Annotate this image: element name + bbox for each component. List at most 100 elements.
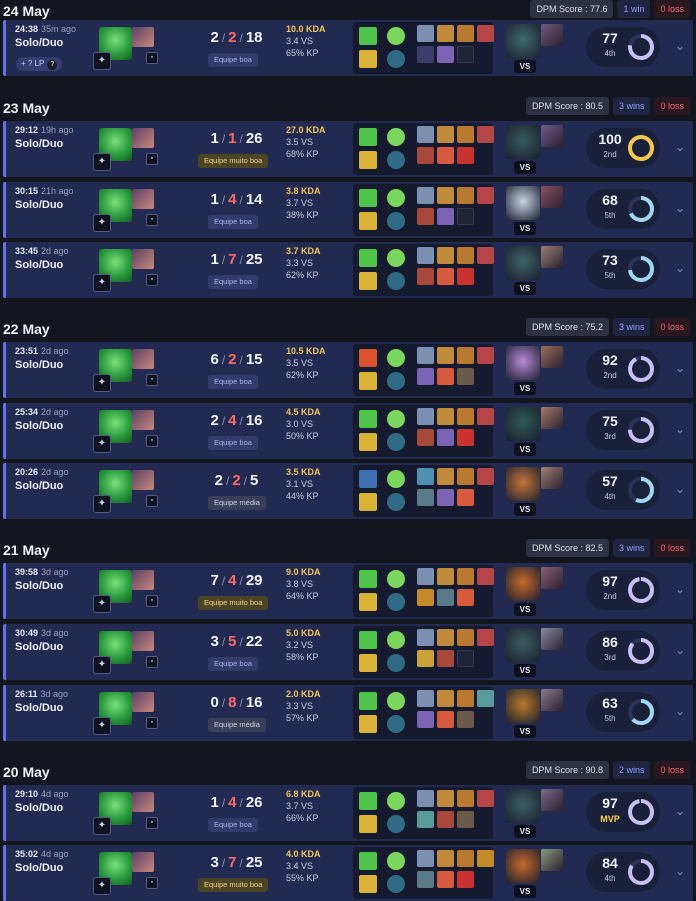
lp-change-badge[interactable]: + ? LP? bbox=[16, 57, 63, 71]
duo-partner-portrait bbox=[132, 189, 154, 209]
kda-separator: / bbox=[239, 635, 243, 649]
vision-score: 3.3 VS bbox=[286, 701, 314, 711]
expand-chevron-icon[interactable]: ⌄ bbox=[672, 260, 688, 276]
build-panel bbox=[353, 847, 494, 899]
day-stats: DPM Score : 90.8 2 wins 0 loss bbox=[525, 761, 690, 779]
score-value: 92 bbox=[602, 352, 618, 368]
kda-separator: / bbox=[239, 696, 243, 710]
match-row[interactable]: 30:15 21h ago Solo/Duo ✦ ▪ 1/4/14 Equipe boa 3.… bbox=[3, 182, 693, 238]
assists-value: 26 bbox=[245, 130, 263, 147]
expand-chevron-icon[interactable]: ⌄ bbox=[672, 200, 688, 216]
kda-separator: / bbox=[239, 31, 243, 45]
expand-chevron-icon[interactable]: ⌄ bbox=[672, 481, 688, 497]
match-row[interactable]: 35:02 4d ago Solo/Duo ✦ ▪ 3/7/25 Equipe muito … bbox=[3, 845, 693, 901]
vs-label: VS bbox=[514, 443, 536, 456]
rune-icon bbox=[387, 410, 405, 428]
team-rating-badge: Equipe muito boa bbox=[198, 878, 269, 892]
opponent-duo-portrait bbox=[541, 789, 563, 811]
duo-icon: ▪ bbox=[146, 374, 158, 386]
kda-score: 1/1/26 bbox=[189, 130, 284, 147]
kda-score: 3/7/25 bbox=[189, 854, 284, 871]
match-row[interactable]: 23:51 2d ago Solo/Duo ✦ ▪ 6/2/15 Equipe boa 10.… bbox=[3, 342, 693, 398]
item-icon bbox=[417, 489, 434, 506]
expand-chevron-icon[interactable]: ⌄ bbox=[672, 703, 688, 719]
day-stats: DPM Score : 80.5 3 wins 0 loss bbox=[525, 97, 690, 115]
help-icon[interactable]: ? bbox=[47, 60, 58, 70]
item-icon bbox=[457, 147, 474, 164]
duo-partner-portrait bbox=[132, 410, 154, 430]
match-row[interactable]: 30:49 3d ago Solo/Duo ✦ ▪ 3/5/22 Equipe boa 5.0… bbox=[3, 624, 693, 680]
expand-chevron-icon[interactable]: ⌄ bbox=[672, 863, 688, 879]
expand-chevron-icon[interactable]: ⌄ bbox=[672, 139, 688, 155]
match-row[interactable]: 26:11 3d ago Solo/Duo ✦ ▪ 0/8/16 Equipe média 2… bbox=[3, 685, 693, 741]
summoner-spell-icon bbox=[359, 875, 377, 893]
rune-icon bbox=[387, 249, 405, 267]
score-ring-fill bbox=[628, 799, 654, 825]
kda-ratio: 10.5 KDA bbox=[286, 346, 326, 356]
summoner-spell-icon bbox=[359, 852, 377, 870]
role-icon: ✦ bbox=[93, 435, 111, 453]
expand-chevron-icon[interactable]: ⌄ bbox=[672, 421, 688, 437]
match-duration-value: 39:58 bbox=[15, 567, 39, 577]
duo-partner-portrait bbox=[132, 128, 154, 148]
score-ring-icon bbox=[628, 135, 654, 161]
kda-separator: / bbox=[221, 635, 226, 649]
expand-chevron-icon[interactable]: ⌄ bbox=[672, 803, 688, 819]
duo-partner-portrait bbox=[132, 631, 154, 651]
item-icon bbox=[437, 147, 454, 164]
vision-score: 3.7 VS bbox=[286, 801, 314, 811]
match-row[interactable]: 25:34 2d ago Solo/Duo ✦ ▪ 2/4/16 Equipe boa 4.5… bbox=[3, 403, 693, 459]
deaths-value: 4 bbox=[228, 794, 237, 811]
match-row[interactable]: 24:38 35m ago Solo/Duo + ? LP? ✦ ▪ 2/2/18 Equip… bbox=[3, 20, 693, 76]
score-rank: 2nd bbox=[603, 592, 617, 601]
item-icon bbox=[417, 690, 434, 707]
opponent-duo-portrait bbox=[541, 186, 563, 208]
match-duration: 23:51 2d ago bbox=[15, 346, 69, 356]
opponent-champion-portrait bbox=[506, 24, 540, 58]
rune-icon bbox=[387, 875, 405, 893]
expand-chevron-icon[interactable]: ⌄ bbox=[672, 581, 688, 597]
item-icon bbox=[457, 711, 474, 728]
opponent-duo-portrait bbox=[541, 24, 563, 46]
build-panel bbox=[353, 244, 494, 296]
match-duration-value: 23:51 bbox=[15, 346, 39, 356]
item-icon bbox=[417, 408, 434, 425]
match-row[interactable]: 33:45 2d ago Solo/Duo ✦ ▪ 1/7/25 Equipe boa 3.7… bbox=[3, 242, 693, 298]
kda-ratio: 6.8 KDA bbox=[286, 789, 321, 799]
match-row[interactable]: 20:26 2d ago Solo/Duo ✦ ▪ 2/2/5 Equipe média 3.… bbox=[3, 463, 693, 519]
score-value: 68 bbox=[602, 192, 618, 208]
expand-chevron-icon[interactable]: ⌄ bbox=[672, 38, 688, 54]
match-row[interactable]: 29:10 4d ago Solo/Duo ✦ ▪ 1/4/26 Equipe boa 6.8… bbox=[3, 785, 693, 841]
expand-chevron-icon[interactable]: ⌄ bbox=[672, 360, 688, 376]
match-duration-value: 26:11 bbox=[15, 689, 38, 699]
item-icon bbox=[457, 187, 474, 204]
match-row[interactable]: 39:58 3d ago Solo/Duo ✦ ▪ 7/4/29 Equipe muito … bbox=[3, 563, 693, 619]
deaths-value: 1 bbox=[228, 130, 237, 147]
kda-ratio: 4.0 KDA bbox=[286, 849, 321, 859]
team-rating-badge: Equipe média bbox=[208, 718, 266, 732]
team-rating-badge: Equipe boa bbox=[208, 818, 258, 832]
role-icon: ✦ bbox=[93, 656, 111, 674]
kill-participation: 38% KP bbox=[286, 210, 319, 220]
item-icon bbox=[457, 629, 474, 646]
match-time-ago: 2d ago bbox=[41, 246, 69, 256]
day-date: 21 May bbox=[3, 542, 50, 558]
match-row[interactable]: 29:12 19h ago Solo/Duo ✦ ▪ 1/1/26 Equipe muito… bbox=[3, 121, 693, 177]
deaths-value: 4 bbox=[228, 412, 237, 429]
queue-type: Solo/Duo bbox=[15, 480, 64, 492]
opponent-duo-portrait bbox=[541, 689, 563, 711]
score-rank: 5th bbox=[604, 714, 616, 723]
item-icon bbox=[417, 268, 434, 285]
item-icon bbox=[437, 126, 454, 143]
match-duration: 30:15 21h ago bbox=[15, 186, 74, 196]
expand-chevron-icon[interactable]: ⌄ bbox=[672, 642, 688, 658]
item-icon bbox=[417, 247, 434, 264]
score-value: 73 bbox=[602, 252, 618, 268]
duo-icon: ▪ bbox=[146, 656, 158, 668]
item-icon bbox=[437, 46, 454, 63]
item-icon bbox=[457, 871, 474, 888]
item-icon bbox=[437, 468, 454, 485]
duo-icon: ▪ bbox=[146, 877, 158, 889]
opponent-champion-portrait bbox=[506, 689, 540, 723]
kill-participation: 68% KP bbox=[286, 149, 319, 159]
